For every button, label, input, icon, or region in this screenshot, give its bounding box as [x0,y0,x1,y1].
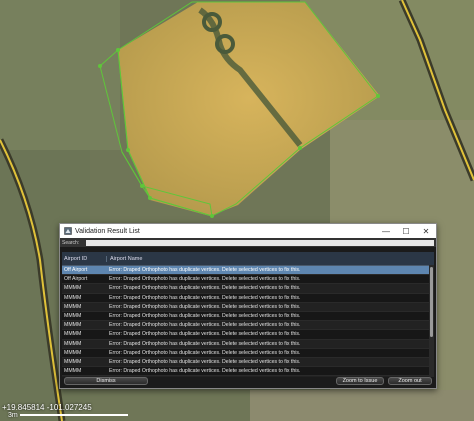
table-row[interactable]: Off Airport Error: Draped Orthophoto has … [62,266,434,276]
dialog-titlebar[interactable]: Validation Result List — ☐ ✕ [60,224,436,238]
validation-dialog: Validation Result List — ☐ ✕ Search: Air… [59,223,437,389]
cell-airport-name: Error: Draped Orthophoto has duplicate v… [109,322,301,329]
cell-airport-id: Off Airport [64,276,88,283]
cell-airport-name: Error: Draped Orthophoto has duplicate v… [109,303,301,310]
cell-airport-name: Error: Draped Orthophoto has duplicate v… [109,368,301,375]
search-label: Search: [62,239,80,246]
table-row[interactable]: MMMM Error: Draped Orthophoto has duplica… [62,367,434,377]
table-header: Airport ID Airport Name [62,252,434,266]
cell-airport-id: MMMM [64,303,82,310]
table-row[interactable]: MMMM Error: Draped Orthophoto has duplica… [62,321,434,331]
close-icon[interactable]: ✕ [416,224,436,238]
dialog-buttons: Dismiss Zoom to Issue Zoom out [62,377,434,386]
coordinate-readout: +19.845814 -101.027245 [2,403,92,412]
minimize-icon[interactable]: — [376,224,396,238]
cell-airport-name: Error: Draped Orthophoto has duplicate v… [109,267,301,274]
table-row[interactable]: MMMM Error: Draped Orthophoto has duplica… [62,293,434,303]
cell-airport-name: Error: Draped Orthophoto has duplicate v… [109,276,301,283]
cell-airport-name: Error: Draped Orthophoto has duplicate v… [109,340,301,347]
table-row[interactable]: MMMM Error: Draped Orthophoto has duplica… [62,348,434,358]
cell-airport-name: Error: Draped Orthophoto has duplicate v… [109,349,301,356]
cell-airport-id: MMMM [64,294,82,301]
cell-airport-id: MMMM [64,368,82,375]
table-row[interactable]: MMMM Error: Draped Orthophoto has duplica… [62,357,434,368]
cell-airport-id: MMMM [64,340,82,347]
scale-bar [20,414,128,416]
cell-airport-name: Error: Draped Orthophoto has duplicate v… [109,294,301,301]
vertical-scrollbar[interactable] [429,265,434,377]
table-row[interactable]: MMMM Error: Draped Orthophoto has duplica… [62,284,434,294]
column-header-airport-name[interactable]: Airport Name [107,256,434,262]
cell-airport-id: MMMM [64,331,82,338]
table-row[interactable]: MMMM Error: Draped Orthophoto has duplica… [62,302,434,312]
column-header-airport-id[interactable]: Airport ID [62,255,107,262]
cell-airport-id: Off Airport [64,267,88,274]
cell-airport-id: MMMM [64,313,82,320]
dialog-title: Validation Result List [75,227,140,235]
cell-airport-id: MMMM [64,349,82,356]
dismiss-button[interactable]: Dismiss [64,377,148,385]
zoom-out-button[interactable]: Zoom out [388,377,432,385]
scrollbar-thumb[interactable] [430,267,433,337]
table-row[interactable]: MMMM Error: Draped Orthophoto has duplica… [62,311,434,322]
cell-airport-name: Error: Draped Orthophoto has duplicate v… [109,313,301,320]
table-row[interactable]: Off Airport Error: Draped Orthophoto has … [62,275,434,285]
cell-airport-id: MMMM [64,285,82,292]
search-input[interactable] [86,239,434,246]
table-row[interactable]: MMMM Error: Draped Orthophoto has duplica… [62,339,434,349]
cell-airport-name: Error: Draped Orthophoto has duplicate v… [109,285,301,292]
results-table: Airport ID Airport Name Off Airport Error… [62,252,434,377]
cell-airport-id: MMMM [64,358,82,365]
cell-airport-name: Error: Draped Orthophoto has duplicate v… [109,358,301,365]
cell-airport-id: MMMM [64,322,82,329]
maximize-icon[interactable]: ☐ [396,224,416,238]
cell-airport-name: Error: Draped Orthophoto has duplicate v… [109,331,301,338]
zoom-to-issue-button[interactable]: Zoom to Issue [336,377,384,385]
search-row: Search: [60,238,436,247]
table-row[interactable]: MMMM Error: Draped Orthophoto has duplica… [62,330,434,340]
table-body: Off Airport Error: Draped Orthophoto has … [62,266,434,377]
app-icon [64,227,72,235]
scale-label: 3m [8,412,18,419]
